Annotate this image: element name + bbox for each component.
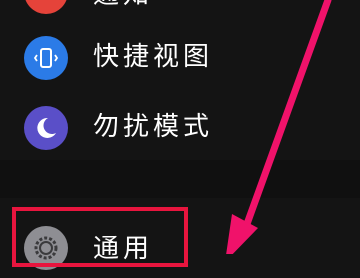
- pointer-arrow: [226, 0, 332, 254]
